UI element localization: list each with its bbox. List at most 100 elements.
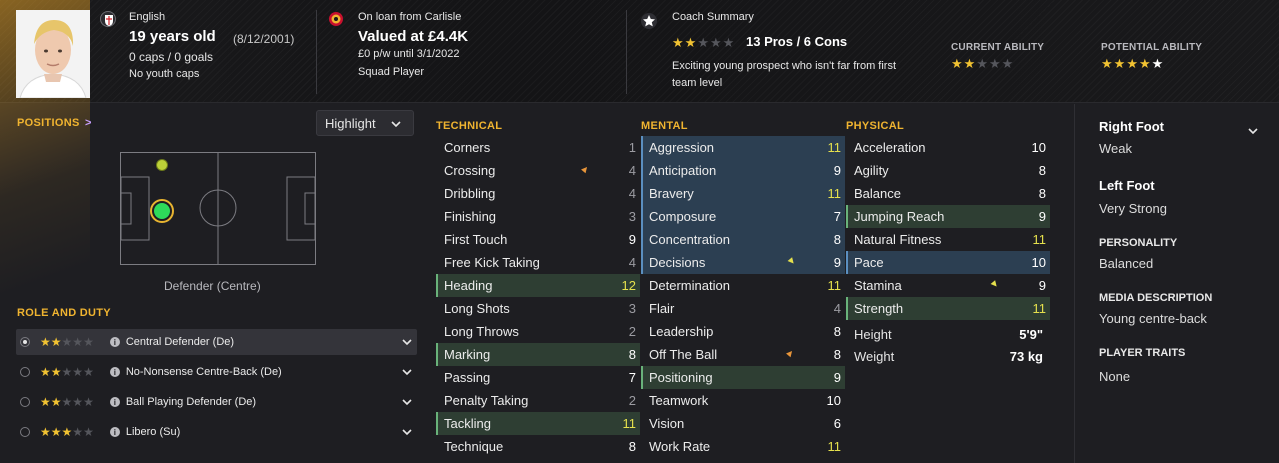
attribute-row[interactable]: Flair 4 xyxy=(641,297,845,320)
attribute-name: Positioning xyxy=(649,370,713,385)
attribute-name: Composure xyxy=(649,209,717,224)
attribute-value: 4 xyxy=(833,301,841,316)
attribute-row[interactable]: Composure 7 xyxy=(641,205,845,228)
attribute-row[interactable]: Crossing 4 ▲ xyxy=(436,159,640,182)
attribute-row[interactable]: Determination 11 xyxy=(641,274,845,297)
attribute-row[interactable]: Positioning 9 xyxy=(641,366,845,389)
positions-title[interactable]: POSITIONS > xyxy=(17,117,92,129)
technical-attributes: Corners 1 Crossing 4 ▲ Dribbling 4 Finishing 3 Fi… xyxy=(436,136,640,458)
radio-button[interactable] xyxy=(20,337,30,347)
attribute-value: 8 xyxy=(628,439,636,454)
radio-button[interactable] xyxy=(20,427,30,437)
attribute-row[interactable]: Acceleration 10 xyxy=(846,136,1050,159)
attribute-row[interactable]: Heading 12 xyxy=(436,274,640,297)
attribute-row[interactable]: Decisions 9 ▼ xyxy=(641,251,845,274)
star-empty-icon: ★ xyxy=(61,395,73,409)
attribute-row[interactable]: Finishing 3 xyxy=(436,205,640,228)
attribute-row[interactable]: Off The Ball 8 ▲ xyxy=(641,343,845,366)
attribute-row[interactable]: Anticipation 9 xyxy=(641,159,845,182)
chevron-right-icon: > xyxy=(84,117,92,129)
attribute-row[interactable]: Teamwork 10 xyxy=(641,389,845,412)
attribute-row[interactable]: First Touch 9 xyxy=(436,228,640,251)
role-row[interactable]: ★ ★ ★ ★ ★ i Central Defender (De) xyxy=(16,329,417,355)
chevron-down-icon[interactable] xyxy=(401,426,413,438)
attribute-row[interactable]: Work Rate 11 xyxy=(641,435,845,458)
star-filled-icon: ★ xyxy=(61,425,73,439)
star-empty-icon: ★ xyxy=(83,395,94,409)
attribute-row[interactable]: Jumping Reach 9 xyxy=(846,205,1050,228)
radio-button[interactable] xyxy=(20,397,30,407)
right-foot-value: Weak xyxy=(1099,141,1132,156)
star-filled-icon: ★ xyxy=(1126,56,1138,71)
attribute-row[interactable]: Corners 1 xyxy=(436,136,640,159)
info-icon[interactable]: i xyxy=(109,427,120,437)
star-empty-icon: ★ xyxy=(722,35,735,50)
attribute-row[interactable]: Vision 6 xyxy=(641,412,845,435)
attribute-row[interactable]: Tackling 11 xyxy=(436,412,640,435)
attribute-row[interactable]: Strength 11 xyxy=(846,297,1050,320)
attribute-row[interactable]: Aggression 11 xyxy=(641,136,845,159)
star-half-icon: ★ xyxy=(1151,56,1164,71)
pros-cons[interactable]: 13 Pros / 6 Cons xyxy=(746,34,847,49)
attribute-name: Long Shots xyxy=(444,301,510,316)
attribute-row[interactable]: Marking 8 xyxy=(436,343,640,366)
star-empty-icon: ★ xyxy=(61,365,73,379)
coach-summary-title[interactable]: Coach Summary xyxy=(672,11,754,23)
attribute-name: Concentration xyxy=(649,232,730,247)
attribute-row[interactable]: Leadership 8 xyxy=(641,320,845,343)
attribute-row[interactable]: Balance 8 xyxy=(846,182,1050,205)
info-icon[interactable]: i xyxy=(109,397,120,407)
loan-status[interactable]: On loan from Carlisle xyxy=(358,11,461,23)
star-empty-icon: ★ xyxy=(72,335,84,349)
highlight-dropdown[interactable]: Highlight xyxy=(316,110,414,136)
attribute-row[interactable]: Technique 8 xyxy=(436,435,640,458)
role-stars: ★ ★ ★ ★ ★ xyxy=(40,335,94,349)
attribute-value: 11 xyxy=(827,439,842,454)
media-description-value: Young centre-back xyxy=(1099,311,1207,326)
attribute-value: 8 xyxy=(833,324,841,339)
attribute-name: First Touch xyxy=(444,232,508,247)
attribute-row[interactable]: Penalty Taking 2 xyxy=(436,389,640,412)
valuation: Valued at £4.4K xyxy=(358,28,469,45)
star-filled-icon: ★ xyxy=(1101,56,1113,71)
info-icon[interactable]: i xyxy=(109,337,120,347)
chevron-down-icon[interactable] xyxy=(401,366,413,378)
attribute-row[interactable]: Long Shots 3 xyxy=(436,297,640,320)
attribute-name: Free Kick Taking xyxy=(444,255,540,270)
role-name: Central Defender (De) xyxy=(125,336,235,348)
attribute-value: 4 xyxy=(628,163,636,178)
chevron-down-icon[interactable] xyxy=(401,396,413,408)
attribute-row[interactable]: Long Throws 2 xyxy=(436,320,640,343)
role-row[interactable]: ★ ★ ★ ★ ★ i Ball Playing Defender (De) xyxy=(16,389,417,415)
attribute-value: 8 xyxy=(833,347,841,362)
info-icon[interactable]: i xyxy=(109,367,120,377)
chevron-down-icon[interactable] xyxy=(401,336,413,348)
attribute-row[interactable]: Bravery 11 xyxy=(641,182,845,205)
chevron-down-icon[interactable] xyxy=(1247,125,1259,137)
attribute-row[interactable]: Agility 8 xyxy=(846,159,1050,182)
attribute-row[interactable]: Dribbling 4 xyxy=(436,182,640,205)
star-filled-icon: ★ xyxy=(40,365,51,379)
attribute-value: 9 xyxy=(833,163,841,178)
attribute-row[interactable]: Pace 10 xyxy=(846,251,1050,274)
role-row[interactable]: ★ ★ ★ ★ ★ i No-Nonsense Centre-Back (De) xyxy=(16,359,417,385)
attribute-row[interactable]: Concentration 8 xyxy=(641,228,845,251)
player-traits-value: None xyxy=(1099,369,1131,384)
role-stars: ★ ★ ★ ★ ★ xyxy=(40,425,94,439)
player-traits-label: PLAYER TRAITS xyxy=(1099,347,1186,359)
attribute-value: 8 xyxy=(833,232,841,247)
radio-button[interactable] xyxy=(20,367,30,377)
caps-goals: 0 caps / 0 goals xyxy=(129,50,214,64)
star-filled-icon: ★ xyxy=(50,395,62,409)
left-foot-value: Very Strong xyxy=(1099,201,1167,216)
physical-title: PHYSICAL xyxy=(846,120,905,132)
attribute-row[interactable]: Natural Fitness 11 xyxy=(846,228,1050,251)
attribute-row[interactable]: Passing 7 xyxy=(436,366,640,389)
role-row[interactable]: ★ ★ ★ ★ ★ i Libero (Su) xyxy=(16,419,417,445)
attribute-row[interactable]: Free Kick Taking 4 xyxy=(436,251,640,274)
attribute-value: 11 xyxy=(622,416,637,431)
attribute-value: 2 xyxy=(628,393,636,408)
mental-attributes: Aggression 11 Anticipation 9 Bravery 11 Compos… xyxy=(641,136,845,458)
attribute-row[interactable]: Stamina 9 ▼ xyxy=(846,274,1050,297)
attribute-value: 9 xyxy=(1038,278,1046,293)
